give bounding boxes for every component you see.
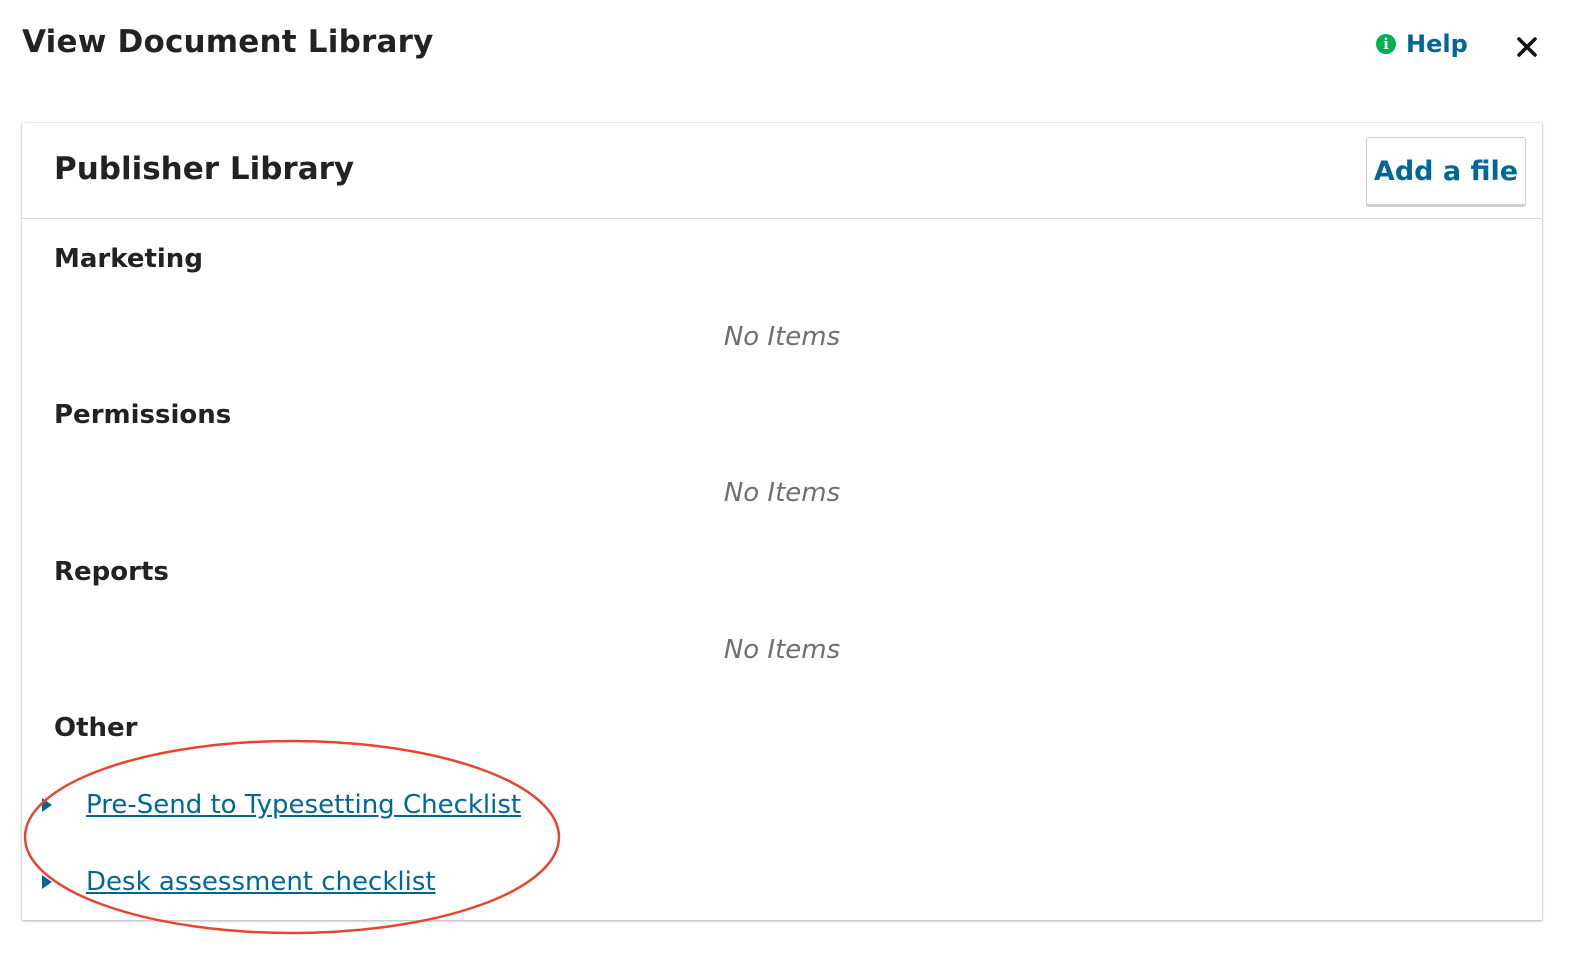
marketing-empty-text: No Items [723, 322, 841, 352]
category-marketing: Marketing [54, 244, 203, 274]
add-file-button[interactable]: Add a file [1366, 137, 1526, 205]
panel-title: Publisher Library [54, 151, 355, 187]
info-icon: i [1376, 34, 1396, 54]
reports-empty-text: No Items [723, 635, 841, 665]
file-link[interactable]: Desk assessment checklist [86, 867, 436, 897]
file-row: Desk assessment checklist [42, 867, 436, 897]
category-reports: Reports [54, 557, 169, 587]
help-link[interactable]: i Help [1376, 30, 1468, 58]
close-button[interactable] [1510, 30, 1544, 64]
help-label: Help [1406, 30, 1468, 58]
publisher-library-panel: Publisher Library Add a file Marketing N… [22, 123, 1542, 920]
permissions-empty-text: No Items [723, 478, 841, 508]
modal-title: View Document Library [22, 24, 434, 60]
category-permissions: Permissions [54, 400, 232, 430]
category-other: Other [54, 713, 138, 743]
close-icon [1517, 37, 1537, 57]
expand-arrow-icon[interactable] [42, 798, 52, 812]
modal: View Document Library i Help Publisher L… [0, 0, 1584, 954]
expand-arrow-icon[interactable] [42, 875, 52, 889]
file-row: Pre-Send to Typesetting Checklist [42, 790, 521, 820]
panel-header: Publisher Library Add a file [22, 123, 1542, 219]
file-link[interactable]: Pre-Send to Typesetting Checklist [86, 790, 521, 820]
